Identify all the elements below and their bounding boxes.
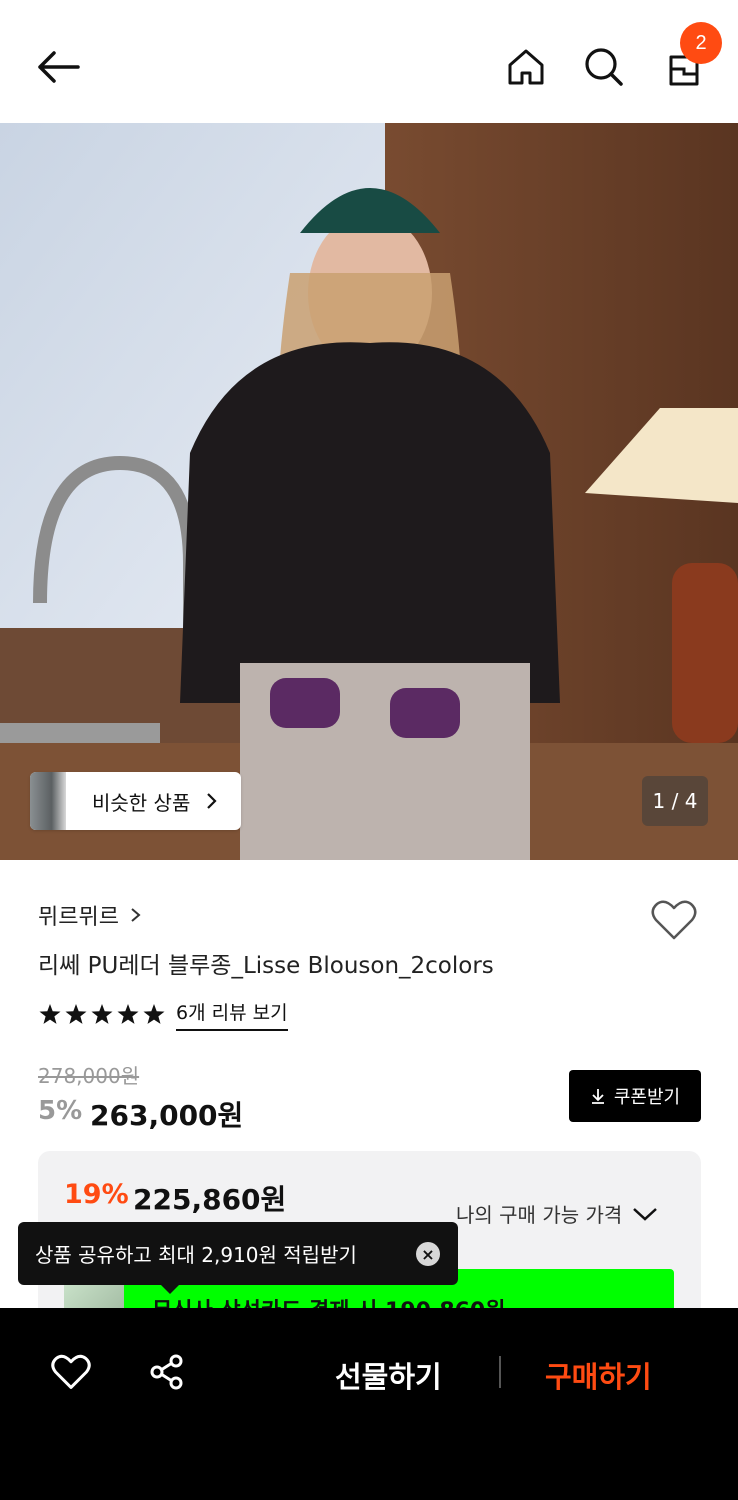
chevron-right-icon	[131, 908, 141, 922]
my-price-value: 225,860원	[133, 1183, 287, 1216]
chevron-right-icon	[207, 793, 217, 809]
close-icon[interactable]: ×	[416, 1242, 440, 1266]
review-link[interactable]: 6개 리뷰 보기	[176, 998, 288, 1031]
rating-row: 6개 리뷰 보기	[38, 998, 288, 1031]
heart-icon	[51, 1354, 91, 1389]
sale-price: 263,000원	[90, 1099, 244, 1132]
star-icon	[91, 1003, 113, 1024]
star-rating	[39, 1003, 165, 1024]
home-button[interactable]	[502, 44, 550, 90]
product-title: 리쎄 PU레더 블루종_Lisse Blouson_2colors	[38, 953, 494, 979]
home-icon	[508, 49, 544, 85]
coupon-label: 쿠폰받기	[613, 1087, 681, 1108]
my-price-label: 나의 구매 가능 가격	[456, 1203, 623, 1227]
gift-button[interactable]: 선물하기	[335, 1354, 442, 1396]
original-price: 278,000원	[38, 1064, 140, 1088]
search-button[interactable]	[580, 44, 628, 90]
similar-products-label: 비슷한 상품	[92, 790, 191, 815]
image-page-indicator: 1 / 4	[642, 776, 708, 826]
share-tooltip-text: 상품 공유하고 최대 2,910원 적립받기	[35, 1243, 357, 1267]
bottom-divider	[499, 1356, 501, 1388]
star-icon	[39, 1003, 61, 1024]
similar-products-button[interactable]: 비슷한 상품	[30, 772, 241, 830]
brand-name: 뮈르뮈르	[38, 905, 119, 930]
star-icon	[65, 1003, 87, 1024]
my-price-toggle[interactable]: 나의 구매 가능 가격	[456, 1199, 658, 1228]
similar-product-thumbnail	[30, 772, 66, 830]
share-tooltip[interactable]: 상품 공유하고 최대 2,910원 적립받기 ×	[18, 1222, 458, 1285]
discount-rate: 5%	[38, 1096, 83, 1126]
coupon-button[interactable]: 쿠폰받기	[569, 1070, 701, 1122]
top-header: 2	[0, 0, 738, 123]
heart-icon	[651, 900, 697, 940]
cart-count-badge: 2	[680, 22, 722, 64]
buy-button[interactable]: 구매하기	[545, 1354, 652, 1396]
search-icon	[585, 48, 623, 86]
download-icon	[591, 1089, 604, 1104]
back-button[interactable]	[30, 44, 86, 90]
my-price-discount: 19%	[64, 1179, 129, 1210]
product-photo	[0, 123, 738, 860]
bottom-action-bar: 선물하기 구매하기	[0, 1308, 738, 1500]
brand-link[interactable]: 뮈르뮈르	[38, 899, 143, 931]
product-image[interactable]	[0, 123, 738, 860]
share-button[interactable]	[146, 1352, 188, 1392]
star-icon	[143, 1003, 165, 1024]
star-icon	[117, 1003, 139, 1024]
chevron-down-icon	[633, 1207, 658, 1221]
arrow-left-icon	[38, 51, 80, 83]
wishlist-button[interactable]	[650, 898, 698, 942]
tooltip-pointer	[160, 1284, 180, 1294]
share-icon	[150, 1354, 183, 1390]
like-button[interactable]	[48, 1352, 94, 1392]
